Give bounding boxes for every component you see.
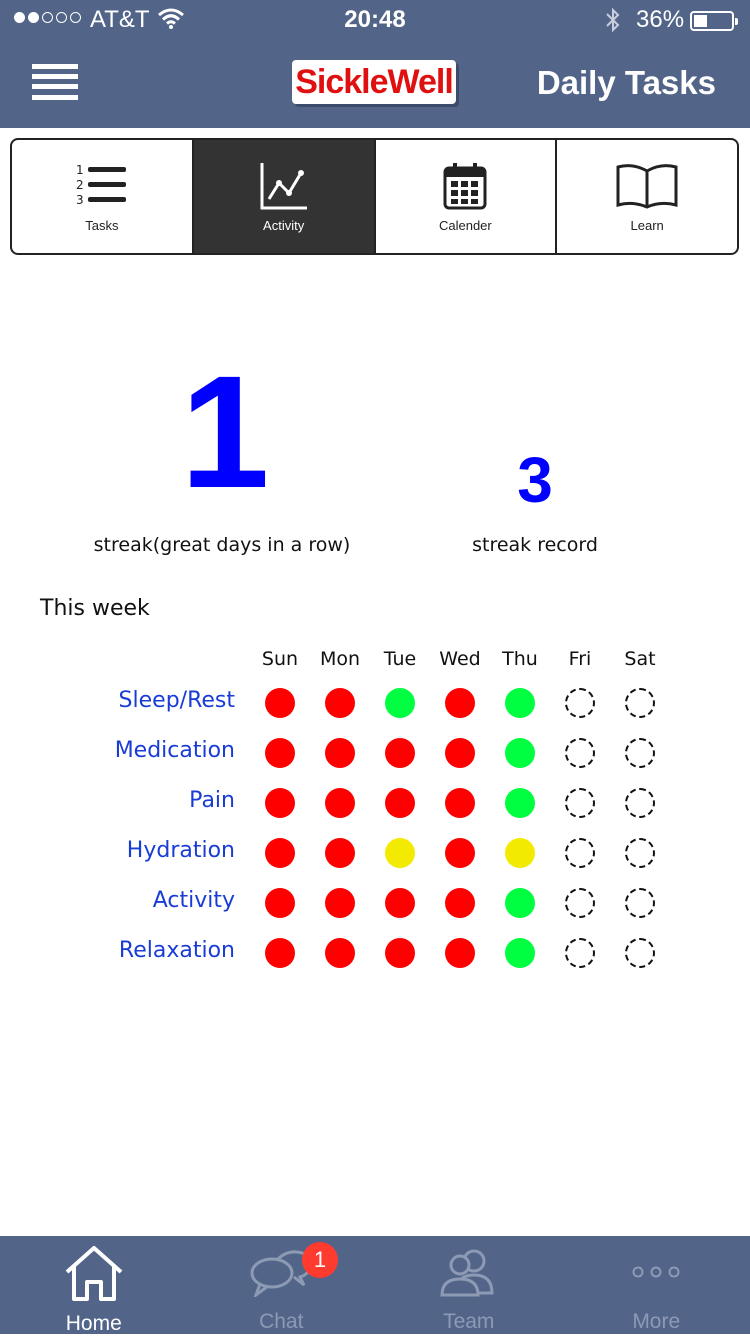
bluetooth-icon	[604, 7, 622, 37]
tab-learn[interactable]: Learn	[557, 140, 737, 253]
day-header-thu: Thu	[490, 648, 550, 670]
nav-more[interactable]: More	[563, 1236, 750, 1334]
status-dot-green[interactable]	[505, 938, 535, 968]
top-bar: AT&T 20:48 36% SickleWell Daily Tasks	[0, 0, 750, 128]
nav-chat[interactable]: Chat	[188, 1236, 376, 1334]
nav-team-label: Team	[443, 1310, 494, 1334]
status-dot-empty	[565, 838, 595, 868]
status-dot-empty	[625, 888, 655, 918]
tab-learn-label: Learn	[631, 218, 664, 233]
status-dot-red[interactable]	[445, 888, 475, 918]
status-dot-empty	[565, 688, 595, 718]
tab-tasks[interactable]: 1 2 3 Tasks	[12, 140, 194, 253]
team-icon	[438, 1244, 500, 1300]
sicklewell-logo: SickleWell	[292, 60, 456, 104]
chat-unread-badge: 1	[302, 1242, 338, 1278]
status-dot-green[interactable]	[505, 888, 535, 918]
status-dot-empty	[625, 788, 655, 818]
svg-text:3: 3	[76, 193, 84, 207]
status-dot-red[interactable]	[445, 788, 475, 818]
streak-label: streak(great days in a row)	[70, 534, 374, 556]
status-dot-green[interactable]	[385, 688, 415, 718]
status-dot-yellow[interactable]	[505, 838, 535, 868]
day-header-wed: Wed	[430, 648, 490, 670]
status-dot-red[interactable]	[445, 688, 475, 718]
status-dot-green[interactable]	[505, 788, 535, 818]
status-dot-red[interactable]	[325, 738, 355, 768]
calendar-icon	[443, 160, 487, 212]
tab-tasks-label: Tasks	[85, 218, 118, 233]
row-label-hydration[interactable]: Hydration	[0, 838, 235, 863]
status-dot-empty	[625, 688, 655, 718]
nav-home[interactable]: Home	[0, 1236, 188, 1334]
row-label-medication[interactable]: Medication	[0, 738, 235, 763]
tab-activity[interactable]: Activity	[194, 140, 376, 253]
status-dot-red[interactable]	[265, 888, 295, 918]
row-label-activity[interactable]: Activity	[0, 888, 235, 913]
row-label-sleep-rest[interactable]: Sleep/Rest	[0, 688, 235, 713]
home-icon	[63, 1244, 125, 1302]
status-dot-empty	[565, 738, 595, 768]
status-dot-red[interactable]	[265, 838, 295, 868]
streak-record-label: streak record	[460, 534, 610, 556]
nav-chat-label: Chat	[259, 1310, 303, 1334]
status-dot-empty	[625, 838, 655, 868]
battery-percent: 36%	[636, 6, 684, 34]
day-header-sun: Sun	[250, 648, 310, 670]
status-dot-empty	[565, 938, 595, 968]
status-dot-red[interactable]	[265, 688, 295, 718]
status-dot-red[interactable]	[325, 688, 355, 718]
status-dot-empty	[565, 888, 595, 918]
status-dot-red[interactable]	[385, 938, 415, 968]
row-label-relaxation[interactable]: Relaxation	[0, 938, 235, 963]
day-header-fri: Fri	[550, 648, 610, 670]
svg-text:1: 1	[76, 163, 84, 177]
more-dots-icon	[631, 1244, 681, 1300]
numbered-list-icon: 1 2 3	[74, 160, 130, 212]
nav-team[interactable]: Team	[375, 1236, 563, 1334]
status-bar: AT&T 20:48 36%	[0, 0, 750, 40]
status-dot-yellow[interactable]	[385, 838, 415, 868]
status-dot-green[interactable]	[505, 738, 535, 768]
status-dot-red[interactable]	[385, 788, 415, 818]
streak-value: 1	[130, 352, 320, 512]
status-dot-empty	[565, 788, 595, 818]
status-dot-red[interactable]	[385, 738, 415, 768]
status-dot-red[interactable]	[325, 788, 355, 818]
nav-more-label: More	[632, 1310, 680, 1334]
svg-text:2: 2	[76, 178, 84, 192]
status-dot-red[interactable]	[325, 888, 355, 918]
status-dot-red[interactable]	[265, 938, 295, 968]
nav-home-label: Home	[66, 1312, 122, 1336]
line-chart-icon	[259, 160, 309, 212]
open-book-icon	[615, 160, 679, 212]
week-title: This week	[40, 596, 150, 621]
battery-icon	[690, 11, 734, 31]
status-dot-red[interactable]	[325, 938, 355, 968]
bottom-nav: Home Chat Team	[0, 1236, 750, 1334]
status-dot-red[interactable]	[325, 838, 355, 868]
page-title: Daily Tasks	[537, 64, 716, 102]
status-dot-empty	[625, 938, 655, 968]
day-header-tue: Tue	[370, 648, 430, 670]
row-label-pain[interactable]: Pain	[0, 788, 235, 813]
status-dot-red[interactable]	[265, 788, 295, 818]
status-dot-green[interactable]	[505, 688, 535, 718]
day-header-sat: Sat	[610, 648, 670, 670]
status-dot-red[interactable]	[445, 938, 475, 968]
streak-record-value: 3	[480, 448, 590, 512]
tab-bar: 1 2 3 Tasks Activity	[10, 138, 739, 255]
status-dot-empty	[625, 738, 655, 768]
tab-calender-label: Calender	[439, 218, 492, 233]
tab-calender[interactable]: Calender	[376, 140, 558, 253]
status-dot-red[interactable]	[445, 838, 475, 868]
tab-activity-label: Activity	[263, 218, 304, 233]
status-dot-red[interactable]	[385, 888, 415, 918]
menu-hamburger-icon[interactable]	[32, 64, 78, 100]
status-dot-red[interactable]	[445, 738, 475, 768]
status-dot-red[interactable]	[265, 738, 295, 768]
day-header-mon: Mon	[310, 648, 370, 670]
